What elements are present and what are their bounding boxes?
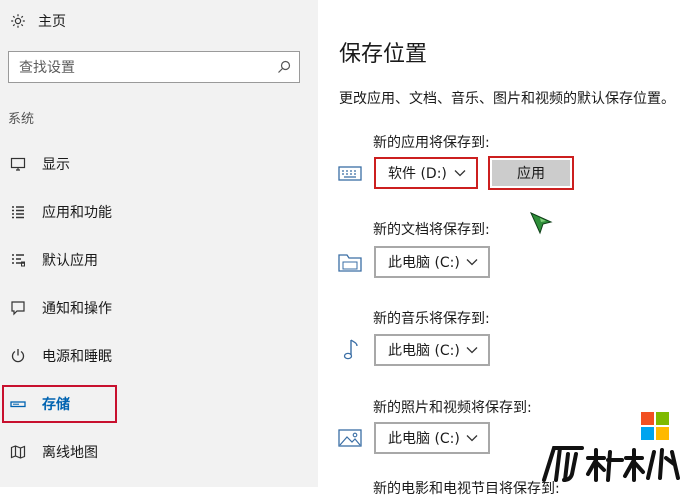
- map-icon: [8, 442, 28, 462]
- apps-save-label: 新的应用将保存到:: [373, 135, 490, 151]
- chevron-down-icon: [454, 170, 466, 177]
- monitor-icon: [8, 154, 28, 174]
- photos-save-label: 新的照片和视频将保存到:: [373, 400, 532, 416]
- sidebar-item-apps-features[interactable]: 应用和功能: [8, 197, 308, 227]
- documents-save-label: 新的文档将保存到:: [373, 222, 490, 238]
- photo-icon: [338, 429, 362, 447]
- home-link[interactable]: 主页: [10, 8, 66, 34]
- chevron-down-icon: [466, 347, 478, 354]
- sidebar-item-label: 显示: [42, 157, 70, 173]
- sidebar-item-power-sleep[interactable]: 电源和睡眠: [8, 341, 308, 371]
- apps-list-icon: [8, 202, 28, 222]
- music-drive-select[interactable]: 此电脑 (C:): [374, 334, 490, 366]
- apply-button[interactable]: 应用: [488, 156, 574, 190]
- apps-drive-select[interactable]: 软件 (D:): [374, 157, 478, 189]
- ylmf-watermark-logo: [542, 446, 680, 482]
- home-label: 主页: [38, 14, 66, 30]
- search-input[interactable]: 查找设置: [8, 51, 300, 83]
- gear-icon: [11, 14, 25, 28]
- cursor-icon: [530, 212, 553, 235]
- sidebar-item-label: 默认应用: [42, 253, 98, 269]
- sidebar-item-offline-maps[interactable]: 离线地图: [8, 437, 308, 467]
- sidebar-item-default-apps[interactable]: 默认应用: [8, 245, 308, 275]
- chevron-down-icon: [466, 435, 478, 442]
- music-note-icon: [343, 339, 358, 360]
- apps-drive-value: 软件 (D:): [388, 166, 447, 182]
- sidebar-item-storage[interactable]: 存储: [8, 389, 308, 419]
- group-label-system: 系统: [8, 112, 35, 127]
- notification-icon: [8, 298, 28, 318]
- music-save-label: 新的音乐将保存到:: [373, 311, 490, 327]
- sidebar-item-display[interactable]: 显示: [8, 149, 308, 179]
- chevron-down-icon: [466, 259, 478, 266]
- windows-logo-icon: [641, 412, 669, 440]
- main-content: 保存位置 更改应用、文档、音乐、图片和视频的默认保存位置。 新的应用将保存到: …: [318, 0, 694, 497]
- storage-icon: [8, 394, 28, 414]
- search-icon[interactable]: [277, 60, 291, 74]
- photos-drive-value: 此电脑 (C:): [388, 431, 460, 447]
- sidebar-item-label: 通知和操作: [42, 301, 112, 317]
- sidebar-item-label: 应用和功能: [42, 205, 112, 221]
- documents-drive-value: 此电脑 (C:): [388, 255, 460, 271]
- sidebar-item-label: 存储: [42, 397, 70, 413]
- documents-icon: [338, 254, 362, 272]
- music-drive-value: 此电脑 (C:): [388, 343, 460, 359]
- movies-save-label-partial: 新的电影和电视节目将保存到:: [373, 481, 560, 497]
- sidebar-item-label: 电源和睡眠: [42, 349, 112, 365]
- default-apps-icon: [8, 250, 28, 270]
- power-icon: [8, 346, 28, 366]
- documents-drive-select[interactable]: 此电脑 (C:): [374, 246, 490, 278]
- photos-drive-select[interactable]: 此电脑 (C:): [374, 422, 490, 454]
- sidebar-item-label: 离线地图: [42, 445, 98, 461]
- sidebar-item-notifications[interactable]: 通知和操作: [8, 293, 308, 323]
- search-placeholder: 查找设置: [19, 60, 75, 76]
- page-description: 更改应用、文档、音乐、图片和视频的默认保存位置。: [339, 91, 675, 107]
- sidebar: 主页 查找设置 系统 显示 应用和功能 默认应用 通知和操作 电源和睡眠 存储 …: [0, 0, 318, 487]
- page-title: 保存位置: [339, 42, 428, 67]
- keyboard-icon: [338, 166, 362, 181]
